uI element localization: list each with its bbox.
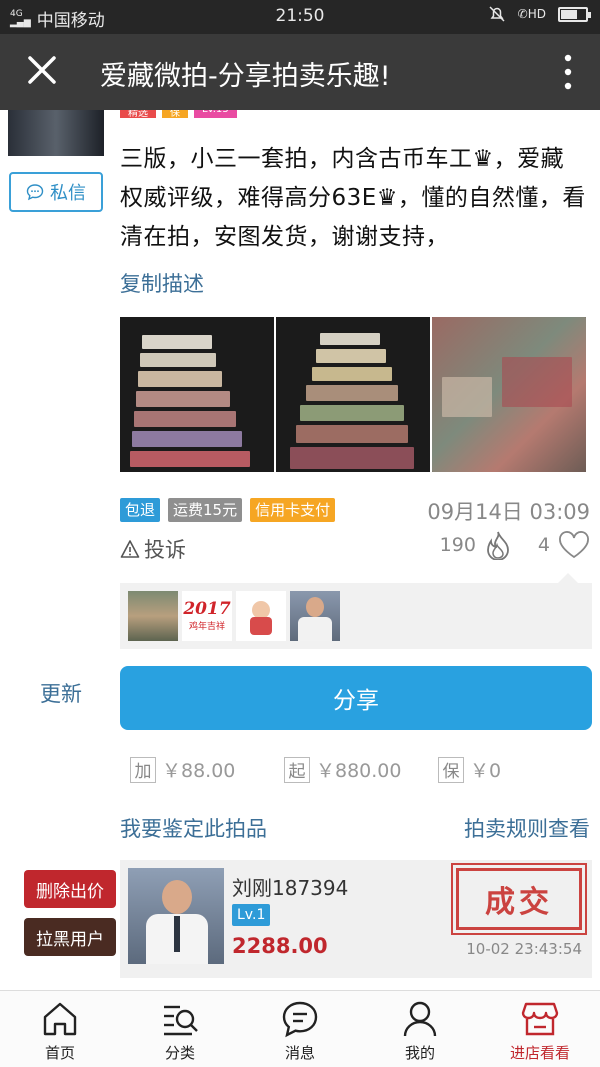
block-user-button[interactable]: 拉黑用户 [24,918,116,956]
starting-price: 起 ￥880.00 [284,756,438,783]
nav-category-label: 分类 [164,1044,195,1062]
deposit-value: ￥0 [470,760,502,782]
tag-guarantee: 保 [162,110,188,119]
tag-level: Lv.13 [194,110,237,118]
nav-category[interactable]: 分类 [120,991,240,1067]
mute-bell-icon [489,6,505,22]
person-icon [403,1001,437,1037]
bidder-thumb-2-year: 2017 [183,599,231,619]
increment-value: ￥88.00 [162,760,236,782]
nav-visit-shop[interactable]: 进店看看 [480,991,600,1067]
nav-home[interactable]: 首页 [0,991,120,1067]
heart-icon[interactable] [558,531,590,559]
increment-price: 加 ￥88.00 [130,756,284,783]
page-title: 爱藏微拍-分享拍卖乐趣! [100,61,391,92]
bidder-thumb-1[interactable] [128,591,178,641]
flame-icon [487,531,509,560]
status-right: ✆HD [488,5,591,23]
report-label: 投诉 [144,538,186,562]
status-bar: 4G ▂▄▆ 中国移动 21:50 ✆HD [0,0,600,34]
nav-home-label: 首页 [44,1044,75,1062]
bid-record: 刘刚187394 Lv.1 2288.00 成交 10-02 23:43:54 [120,860,592,978]
hd-label: HD [527,7,546,21]
bidder-thumb-2-text: 鸡年吉祥 [188,622,225,632]
increment-key: 加 [130,756,156,783]
delete-bid-button[interactable]: 删除出价 [24,870,116,908]
bidder-avatars: 2017 鸡年吉祥 [120,573,592,649]
like-count: 4 [537,534,550,556]
post-time: 09月14日 03:09 [427,500,590,524]
bidder-avatar[interactable] [128,868,224,964]
bidder-level: Lv.1 [232,904,271,926]
hd-call-icon: ✆HD [517,7,546,21]
report-button[interactable]: 投诉 [120,534,186,564]
starting-value: ￥880.00 [316,760,402,782]
nav-mine[interactable]: 我的 [360,991,480,1067]
deposit-price: 保 ￥0 [438,756,592,783]
copy-description-link[interactable]: 复制描述 [120,268,204,298]
tag-featured: 精选 [120,110,156,119]
bidder-thumb-3[interactable] [236,591,286,641]
nav-messages[interactable]: 消息 [240,991,360,1067]
item-photos [120,317,586,472]
starting-key: 起 [284,756,310,783]
badge-shipping: 运费15元 [168,498,243,522]
item-badges: 包退 运费15元 信用卡支付 [120,498,336,522]
price-info: 加 ￥88.00 起 ￥880.00 保 ￥0 [130,756,592,783]
private-message-label: 私信 [50,183,86,204]
item-photo-3[interactable] [432,317,586,472]
item-stats: 190 4 [440,530,590,560]
bid-price: 2288.00 [232,934,328,958]
bidder-thumb-4[interactable] [290,591,340,641]
private-message-button[interactable]: 私信 [9,172,103,212]
chat-bubble-icon [26,184,44,201]
category-search-icon [164,1005,198,1036]
badge-credit-card: 信用卡支付 [250,498,336,522]
battery-icon [558,6,591,22]
share-button[interactable]: 分享 [120,666,592,730]
appraise-link[interactable]: 我要鉴定此拍品 [120,813,267,843]
nav-mine-label: 我的 [404,1044,435,1062]
seller-tags: 精选 保 Lv.13 [120,110,237,119]
nav-visit-shop-label: 进店看看 [509,1044,570,1062]
view-count: 190 [439,534,476,556]
nav-messages-label: 消息 [284,1044,315,1062]
deposit-key: 保 [438,756,464,783]
auction-detail: 私信 精选 保 Lv.13 三版，小三一套拍，内含古币车工♛，爱藏权威评级，难得… [0,110,600,990]
badge-return: 包退 [120,498,161,522]
close-icon[interactable] [22,50,62,90]
title-bar: 爱藏微拍-分享拍卖乐趣! [0,34,600,110]
item-description: 三版，小三一套拍，内含古币车工♛，爱藏权威评级，难得高分63E♛，懂的自然懂，看… [120,146,586,250]
bid-time: 10-02 23:43:54 [466,940,582,958]
bottom-nav: 首页 分类 消息 我的 进店看看 [0,990,600,1067]
home-icon [43,1002,77,1036]
more-menu-icon[interactable] [560,52,576,92]
bidder-thumb-2[interactable]: 2017 鸡年吉祥 [182,591,232,641]
message-icon [282,1001,318,1038]
bidder-name: 刘刚187394 [232,876,349,900]
warning-icon [120,540,140,558]
auction-rules-link[interactable]: 拍卖规则查看 [464,813,590,843]
deal-stamp: 成交 [451,863,587,935]
shop-icon [521,1002,559,1036]
seller-avatar[interactable] [8,110,104,156]
refresh-button[interactable]: 更新 [40,678,82,708]
item-photo-1[interactable] [120,317,274,472]
item-photo-2[interactable] [276,317,430,472]
